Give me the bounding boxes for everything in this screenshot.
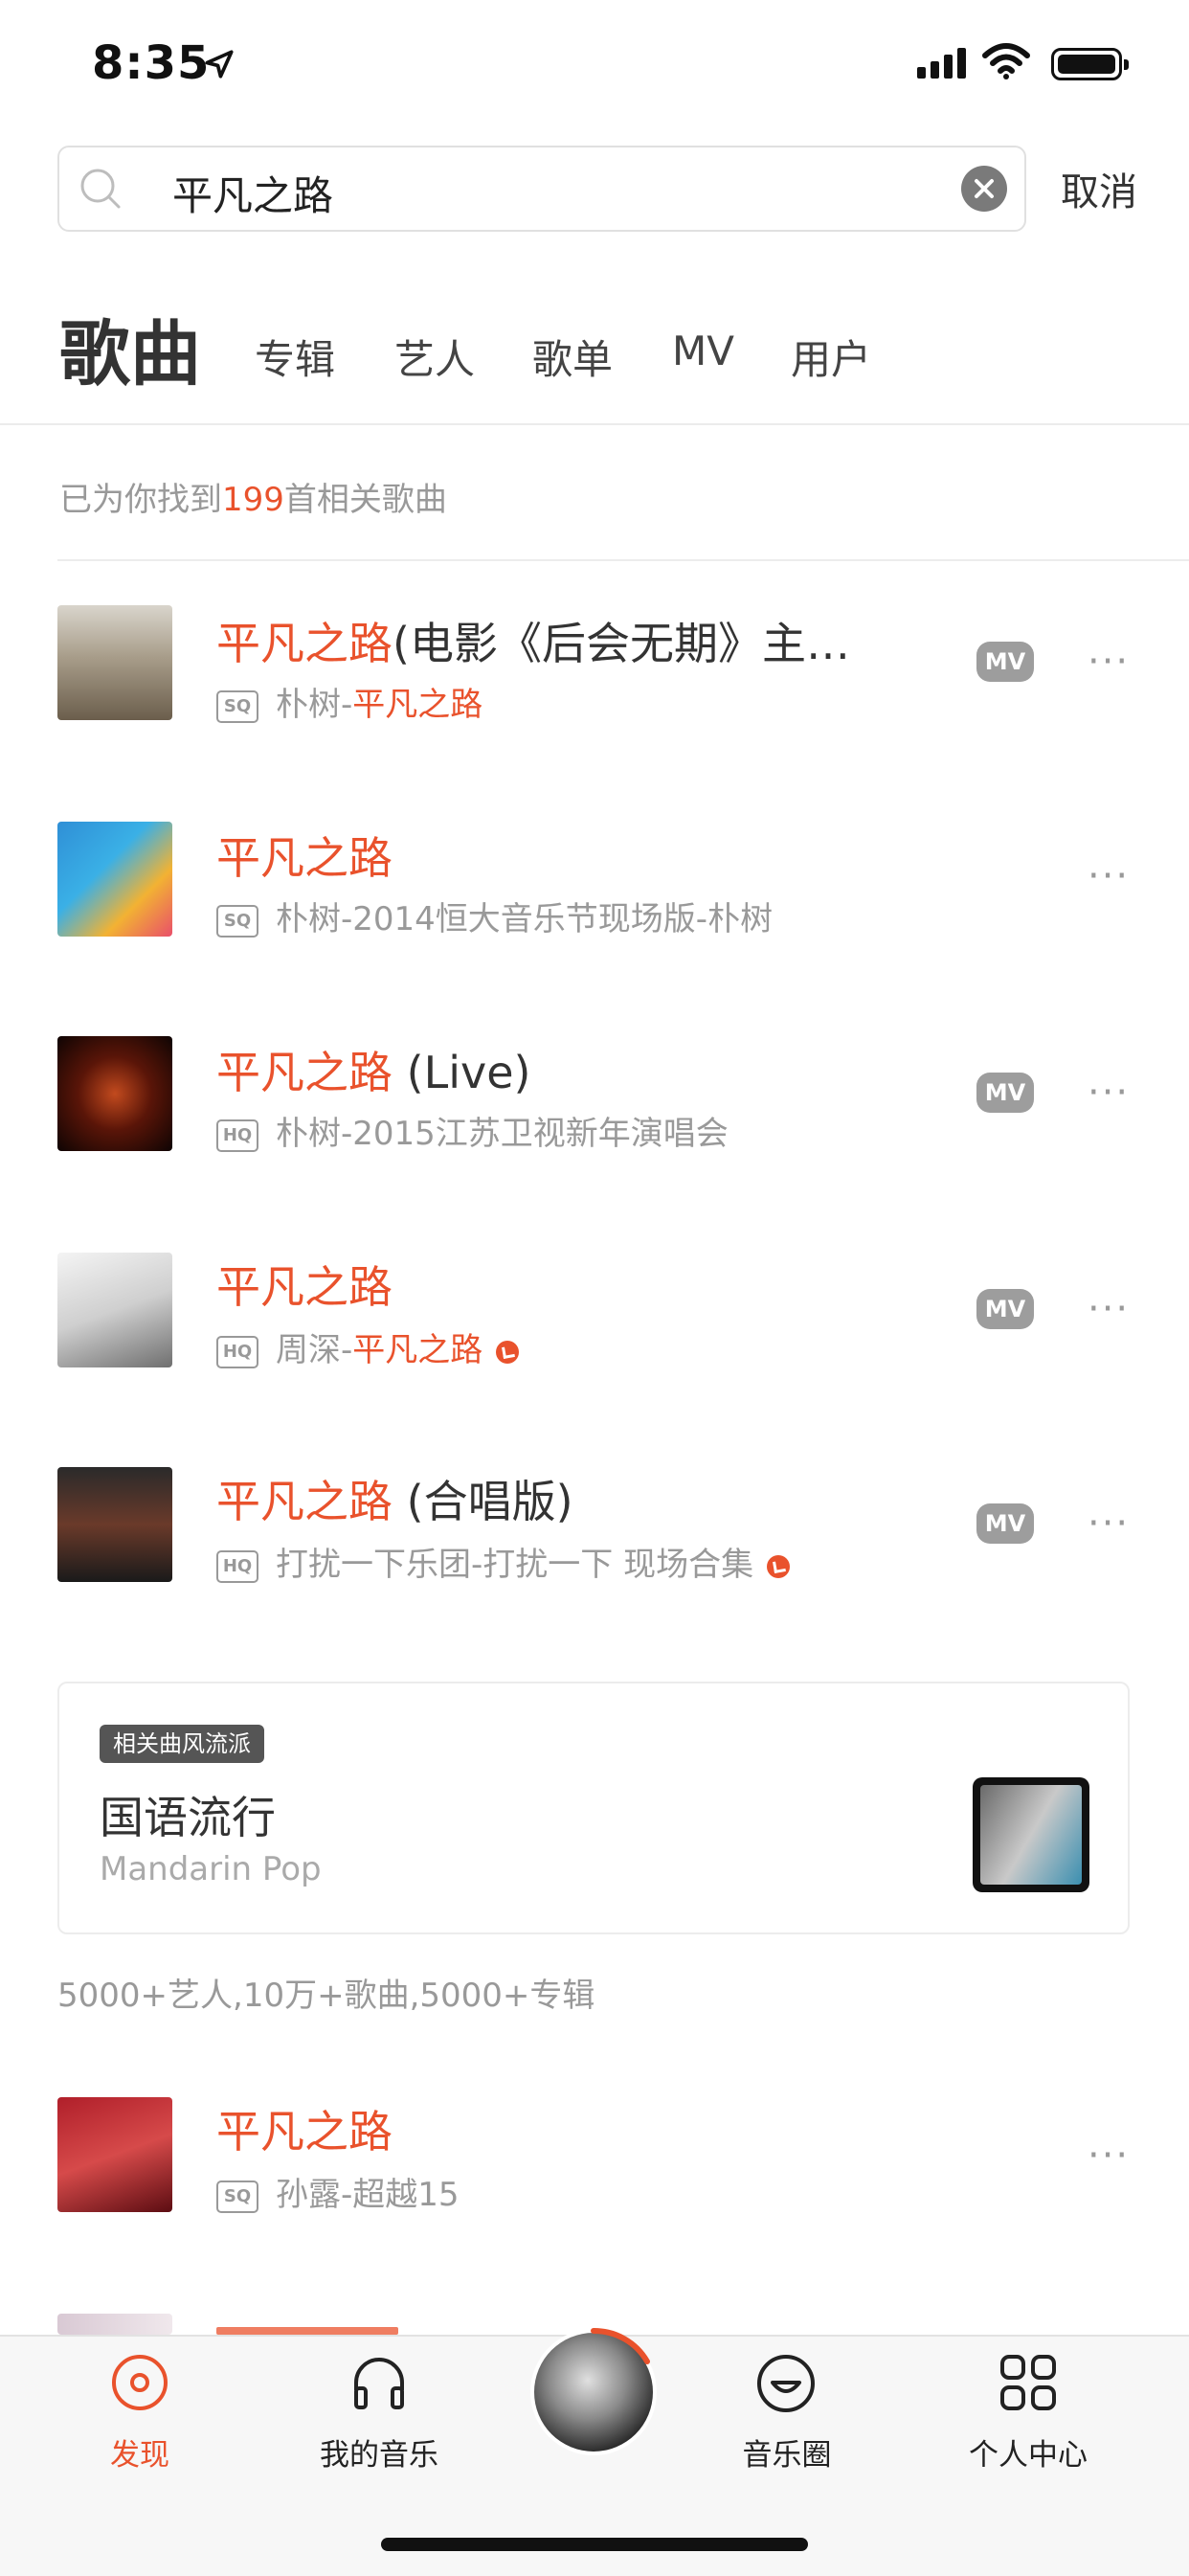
wifi-icon	[982, 43, 1030, 79]
song-title[interactable]: 平凡之路	[216, 824, 393, 887]
album-cover[interactable]	[57, 822, 172, 937]
album-cover[interactable]	[57, 1253, 172, 1367]
home-indicator	[381, 2538, 808, 2551]
song-subtitle: SQ 朴树-平凡之路	[216, 678, 482, 725]
mv-button[interactable]: MV	[976, 642, 1034, 682]
battery-icon	[1051, 48, 1129, 80]
more-options-button[interactable]: ···	[1088, 1502, 1130, 1546]
genre-name: 国语流行	[100, 1792, 276, 1843]
tab-songs[interactable]: 歌曲	[59, 297, 201, 399]
tab-playlists[interactable]: 歌单	[532, 328, 613, 386]
more-options-button[interactable]: ···	[1088, 640, 1130, 684]
tab-users[interactable]: 用户	[791, 328, 871, 386]
nav-discover[interactable]: 发现	[44, 2430, 236, 2474]
song-title[interactable]: 平凡之路 (合唱版)	[216, 1467, 573, 1530]
song-title[interactable]: 平凡之路	[216, 2097, 393, 2160]
quality-badge: HQ	[216, 1119, 258, 1152]
song-title[interactable]: 平凡之路 (Live)	[216, 1038, 530, 1101]
clear-icon	[975, 179, 994, 198]
genre-tag: 相关曲风流派	[100, 1725, 264, 1763]
album-cover[interactable]	[57, 1036, 172, 1151]
pick-badge-icon	[496, 1340, 520, 1364]
tabs-divider	[0, 423, 1189, 425]
more-options-button[interactable]: ···	[1088, 2134, 1130, 2178]
song-title[interactable]: 平凡之路(电影《后会无期》主…	[216, 609, 850, 672]
playback-progress-ring	[591, 2327, 650, 2364]
pick-badge-icon	[767, 1554, 791, 1578]
genre-english-name: Mandarin Pop	[100, 1850, 322, 1888]
quality-badge: HQ	[216, 1335, 258, 1368]
search-icon	[80, 169, 121, 209]
tab-artists[interactable]: 艺人	[394, 328, 475, 386]
result-count: 已为你找到199首相关歌曲	[59, 481, 447, 519]
mv-button[interactable]: MV	[976, 1503, 1034, 1544]
song-subtitle: SQ 朴树-2014恒大音乐节现场版-朴树	[216, 893, 773, 939]
mv-button[interactable]: MV	[976, 1073, 1034, 1113]
location-arrow-icon	[205, 50, 234, 79]
discover-icon	[112, 2355, 168, 2410]
nav-music-circle[interactable]: 音乐圈	[691, 2430, 883, 2474]
album-cover[interactable]	[57, 1467, 172, 1582]
more-options-button[interactable]: ···	[1088, 1287, 1130, 1331]
album-cover[interactable]	[57, 2314, 172, 2335]
nav-profile[interactable]: 个人中心	[932, 2430, 1124, 2474]
song-subtitle: HQ 周深-平凡之路	[216, 1323, 520, 1370]
genre-stats: 5000+艺人,10万+歌曲,5000+专辑	[57, 1977, 595, 2015]
tab-mv[interactable]: MV	[672, 328, 734, 374]
song-subtitle: HQ 打扰一下乐团-打扰一下 现场合集	[216, 1538, 791, 1585]
song-title[interactable]: 平凡之路	[216, 1253, 393, 1316]
album-cover[interactable]	[57, 605, 172, 720]
song-title-partial	[216, 2316, 398, 2335]
mv-button[interactable]: MV	[976, 1289, 1034, 1329]
search-input[interactable]: 平凡之路	[172, 164, 333, 222]
result-divider	[57, 559, 1189, 561]
status-time: 8:35	[92, 36, 211, 90]
headphones-icon	[354, 2358, 404, 2409]
quality-badge: SQ	[216, 2180, 258, 2213]
genre-cover	[973, 1777, 1089, 1892]
tab-albums[interactable]: 专辑	[255, 328, 335, 386]
song-subtitle: HQ 朴树-2015江苏卫视新年演唱会	[216, 1107, 729, 1154]
nav-my-music[interactable]: 我的音乐	[283, 2430, 475, 2474]
cellular-signal-icon	[917, 46, 967, 79]
song-subtitle: SQ 孙露-超越15	[216, 2168, 460, 2215]
more-options-button[interactable]: ···	[1088, 854, 1130, 898]
clear-search-button[interactable]	[961, 166, 1007, 212]
cancel-button[interactable]: 取消	[1061, 161, 1137, 216]
smile-icon	[757, 2355, 815, 2412]
quality-badge: HQ	[216, 1549, 258, 1583]
grid-icon	[1000, 2355, 1056, 2410]
more-options-button[interactable]: ···	[1088, 1071, 1130, 1115]
album-cover[interactable]	[57, 2097, 172, 2212]
quality-badge: SQ	[216, 689, 258, 723]
quality-badge: SQ	[216, 904, 258, 938]
